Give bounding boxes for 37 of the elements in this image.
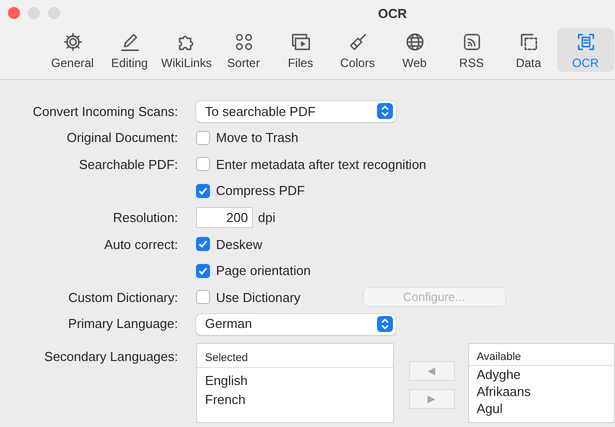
toolbar-tab[interactable]: Files (272, 28, 329, 72)
toolbar-tab[interactable]: General (44, 28, 101, 72)
field-label: Primary Language: (68, 316, 178, 332)
checkbox-label: Enter metadata after text recognition (216, 156, 426, 174)
window-title: OCR (378, 6, 407, 21)
list-header: Selected (197, 344, 393, 368)
toolbar-tab[interactable]: Web (386, 28, 443, 72)
language-item[interactable]: English (205, 371, 385, 390)
field-label: Auto correct: (104, 236, 178, 252)
checkbox-label: Compress PDF (216, 182, 305, 200)
field-label: Secondary Languages: (44, 349, 178, 364)
checkbox-label: Use Dictionary (216, 288, 301, 307)
field-label: Searchable PDF: (79, 156, 178, 172)
field-label: Resolution: (112, 210, 178, 225)
language-item[interactable]: Agul (476, 400, 606, 418)
language-item[interactable]: French (205, 390, 385, 410)
toolbar-tab[interactable]: Editing (101, 28, 158, 72)
checkbox-label: Page orientation (216, 262, 311, 280)
field-label: Convert Incoming Scans: (32, 104, 178, 119)
toolbar-tab[interactable]: Data (500, 28, 557, 72)
dropdown[interactable]: German (196, 314, 396, 335)
language-item[interactable]: Adyghe (476, 366, 606, 384)
checkbox-label: Deskew (216, 236, 262, 254)
resolution-field[interactable]: 200 (196, 207, 253, 228)
toolbar-tab[interactable]: RSS (443, 28, 500, 72)
dropdown[interactable]: To searchable PDF (196, 100, 396, 122)
language-item[interactable]: Afrikaans (476, 383, 606, 400)
toolbar-tab[interactable]: WikiLinks (158, 28, 215, 72)
toolbar-tab[interactable]: Sorter (215, 28, 272, 72)
unit-label: dpi (258, 208, 276, 227)
list-header: Available (468, 344, 614, 366)
toolbar-tab[interactable]: Colors (329, 28, 386, 72)
available-languages-list[interactable]: Available Adyghe Afrikaans Agul (468, 343, 615, 424)
selected-languages-list[interactable]: Selected English French (196, 343, 394, 424)
checkbox-label: Move to Trash (216, 129, 298, 148)
field-label: Original Document: (66, 130, 178, 146)
field-label: Custom Dictionary: (68, 290, 178, 305)
